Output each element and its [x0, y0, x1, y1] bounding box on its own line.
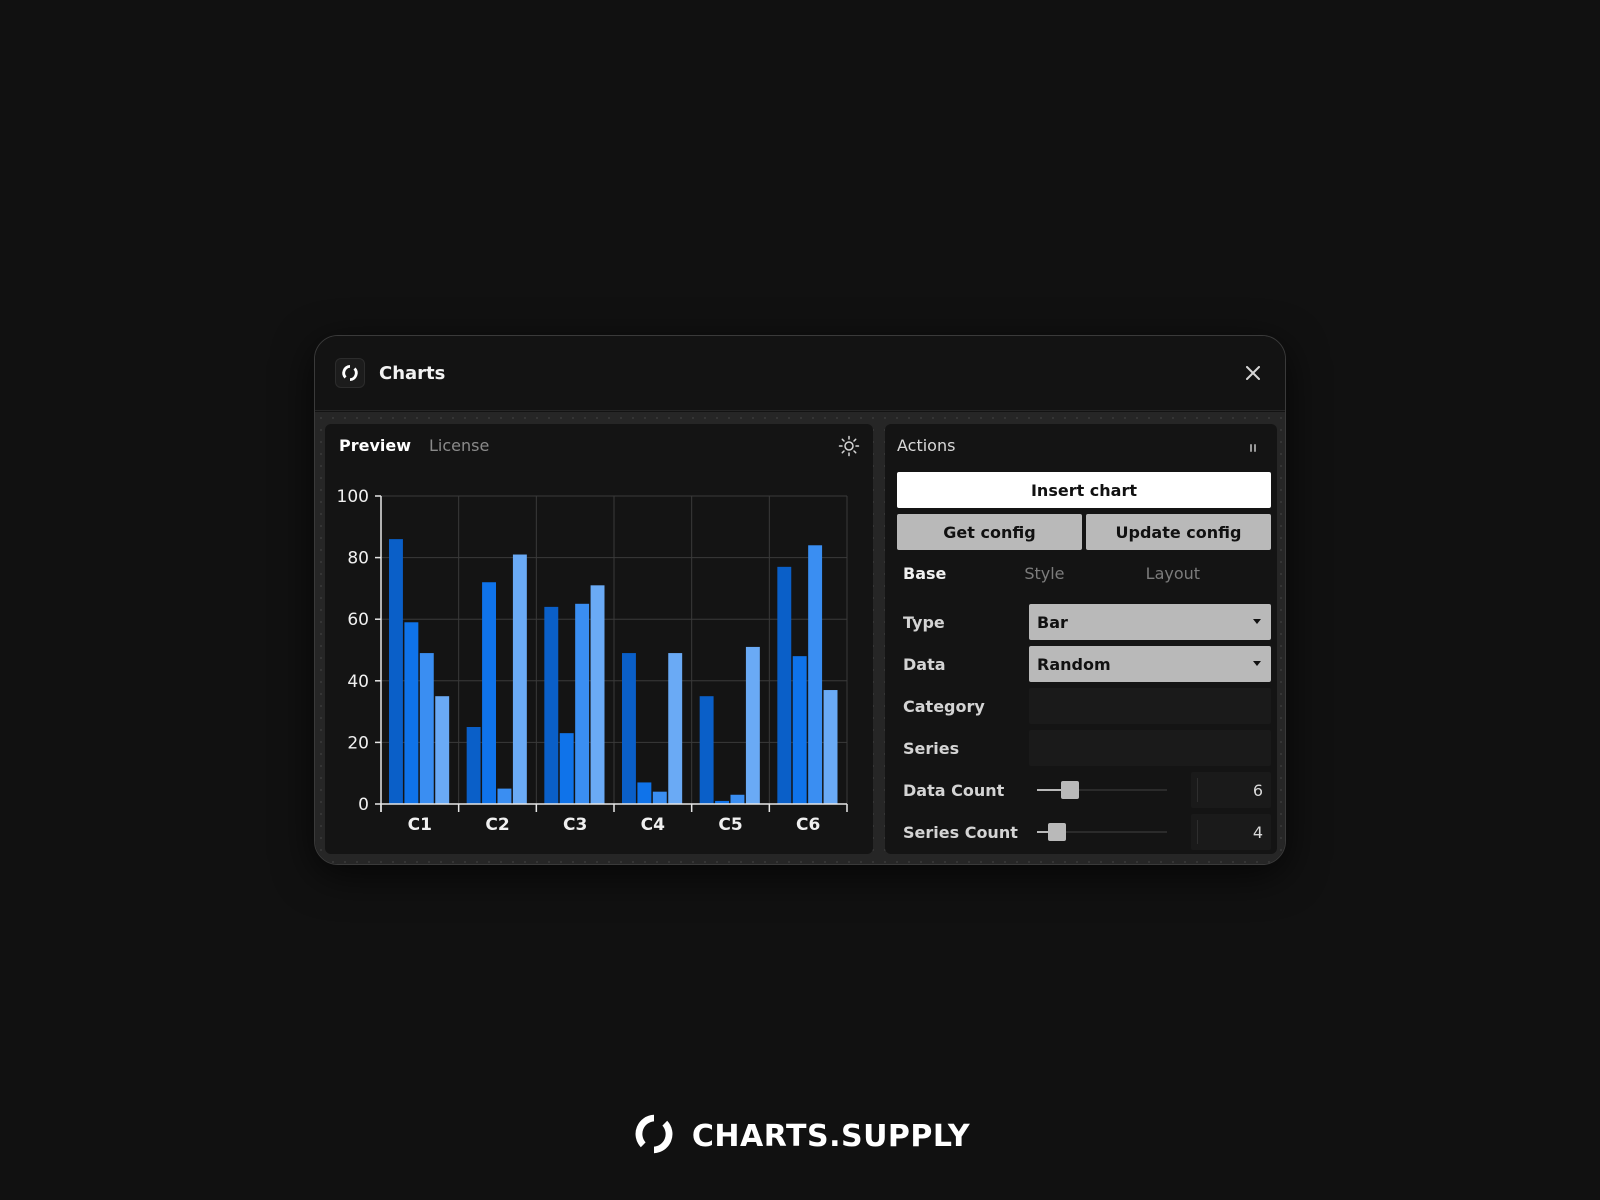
data-count-slider[interactable] — [1029, 772, 1175, 808]
actions-header: Actions — [897, 436, 956, 455]
data-select[interactable]: Random — [1029, 646, 1271, 682]
bar — [622, 653, 636, 804]
bar — [575, 603, 590, 804]
series-input[interactable] — [1029, 730, 1271, 766]
bar — [389, 539, 403, 804]
y-tick-label: 0 — [358, 795, 369, 815]
type-select-value: Bar — [1037, 612, 1068, 632]
x-tick-label: C4 — [641, 815, 665, 835]
chevron-down-icon — [1253, 661, 1261, 666]
bar — [544, 606, 559, 804]
y-tick-label: 40 — [347, 672, 369, 692]
x-tick-label: C1 — [408, 815, 432, 835]
bar — [466, 727, 481, 804]
data-count-label: Data Count — [903, 780, 1005, 800]
update-config-button[interactable]: Update config — [1086, 514, 1271, 550]
slider-thumb[interactable] — [1047, 823, 1066, 841]
bar — [559, 733, 574, 804]
series-count-label: Series Count — [903, 822, 1018, 842]
bar — [404, 622, 419, 804]
series-count-row: Series Count 4 — [903, 814, 1271, 850]
x-tick-label: C2 — [485, 815, 509, 835]
y-tick-label: 20 — [347, 733, 369, 753]
bar — [699, 696, 714, 804]
y-tick-label: 100 — [337, 487, 369, 507]
type-label: Type — [903, 612, 945, 632]
settings-tabs: Base Style Layout — [903, 564, 1267, 583]
bar — [745, 646, 760, 804]
series-row: Series — [903, 730, 1271, 766]
tab-base[interactable]: Base — [903, 564, 1024, 583]
actions-panel: Actions Insert chart Get config Update c… — [885, 424, 1277, 854]
x-tick-label: C5 — [718, 815, 742, 835]
bar — [482, 582, 496, 804]
tab-layout[interactable]: Layout — [1146, 564, 1267, 583]
data-select-value: Random — [1037, 654, 1111, 674]
bar — [512, 554, 527, 804]
title-bar: Charts — [315, 336, 1285, 411]
bar — [792, 656, 807, 804]
data-row: Data Random — [903, 646, 1271, 682]
bar-chart: 0 20 40 60 80 100 C1 C2 C3 C4 C5 C6 — [337, 487, 848, 835]
pause-icon[interactable] — [1247, 439, 1259, 452]
insert-chart-button[interactable]: Insert chart — [897, 472, 1271, 508]
data-label: Data — [903, 654, 946, 674]
preview-panel: Preview License 0 20 40 60 80 100 C1 C2 C3 C4 C5 C6 — [325, 424, 873, 854]
series-count-input[interactable]: 4 — [1191, 814, 1271, 850]
data-count-row: Data Count 6 — [903, 772, 1271, 808]
window-body: Preview License 0 20 40 60 80 100 C1 C2 C3 C4 C5 C6 — [315, 412, 1285, 864]
get-config-button[interactable]: Get config — [897, 514, 1082, 550]
data-count-input[interactable]: 6 — [1191, 772, 1271, 808]
bar — [497, 788, 512, 804]
y-tick-label: 80 — [347, 549, 369, 569]
charts-supply-logo-icon — [630, 1110, 678, 1162]
category-row: Category — [903, 688, 1271, 724]
bar — [652, 791, 667, 804]
bar — [808, 545, 823, 804]
type-row: Type Bar — [903, 604, 1271, 640]
bar — [730, 794, 745, 804]
x-tick-label: C3 — [563, 815, 587, 835]
bar — [668, 653, 683, 804]
y-tick-label: 60 — [347, 610, 369, 630]
brand-text: CHARTS.SUPPLY — [691, 1118, 971, 1154]
tab-style[interactable]: Style — [1024, 564, 1145, 583]
window-title: Charts — [379, 362, 446, 384]
bar — [435, 696, 450, 804]
x-tick-label: C6 — [796, 815, 820, 835]
type-select[interactable]: Bar — [1029, 604, 1271, 640]
charts-supply-logo-icon — [335, 358, 365, 388]
category-label: Category — [903, 696, 985, 716]
bar — [590, 585, 605, 804]
series-label: Series — [903, 738, 960, 758]
slider-thumb[interactable] — [1060, 781, 1079, 799]
chevron-down-icon — [1253, 619, 1261, 624]
close-icon[interactable] — [1241, 361, 1265, 385]
bar — [777, 566, 792, 804]
charts-window: Charts Preview License 0 20 40 60 80 100… — [314, 335, 1286, 865]
bar — [419, 653, 434, 804]
series-count-slider[interactable] — [1029, 814, 1175, 850]
category-input[interactable] — [1029, 688, 1271, 724]
brand-footer: CHARTS.SUPPLY — [0, 1110, 1600, 1162]
bar — [823, 690, 838, 804]
bar — [637, 782, 652, 804]
